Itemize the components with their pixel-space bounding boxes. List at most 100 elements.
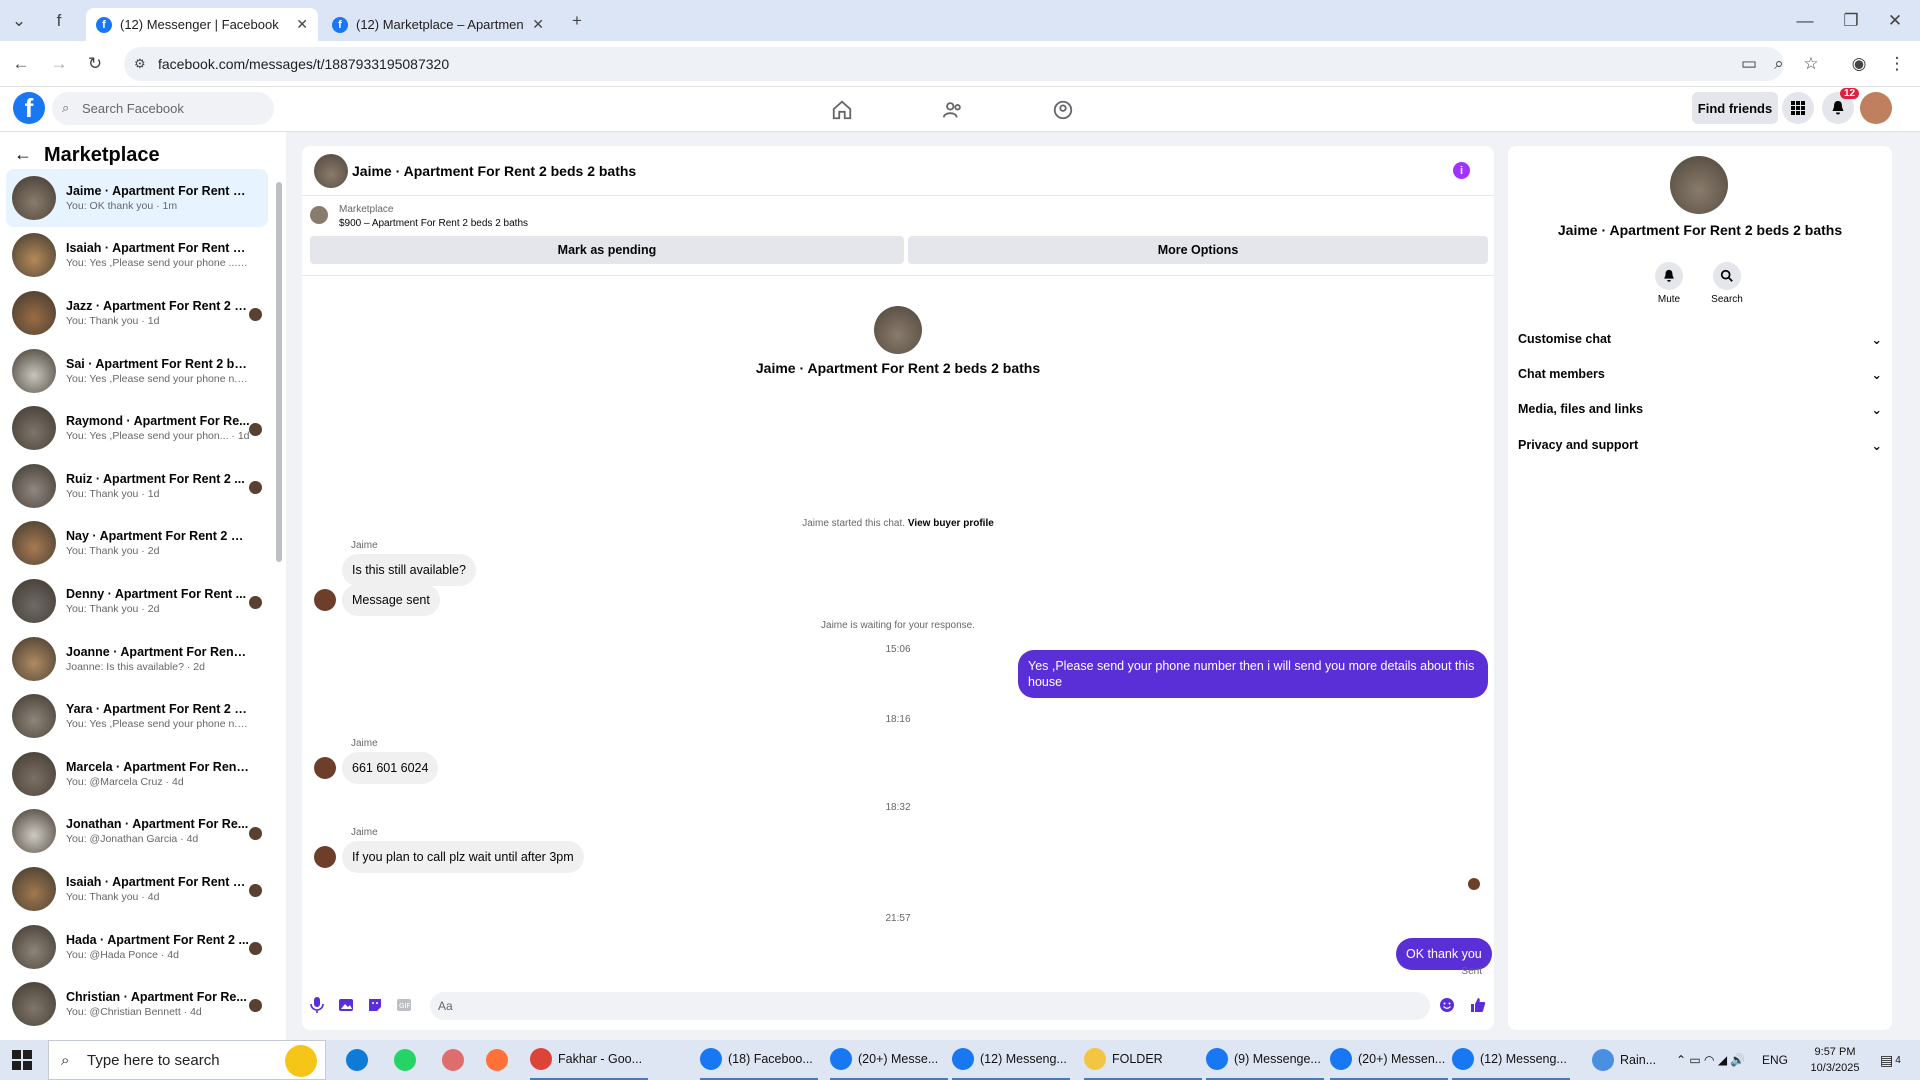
menu-grid-icon[interactable] xyxy=(1782,92,1814,124)
read-receipt-avatar xyxy=(249,884,262,898)
tab-marketplace[interactable]: f (12) Marketplace – Apartment F ✕ xyxy=(322,8,554,41)
taskbar-app-button[interactable]: (20+) Messen... xyxy=(1330,1040,1448,1080)
back-icon[interactable]: ← xyxy=(8,51,34,77)
media-files-links-row[interactable]: Media, files and links ⌄ xyxy=(1518,394,1886,424)
edge-icon[interactable] xyxy=(346,1040,374,1080)
tab-search-icon[interactable]: ⌄ xyxy=(6,8,32,34)
listing-price-title[interactable]: $900 – Apartment For Rent 2 beds 2 baths xyxy=(339,218,528,229)
taskbar-app-button[interactable]: (20+) Messe... xyxy=(830,1040,948,1080)
chat-profile-avatar[interactable] xyxy=(874,306,922,354)
chat-members-row[interactable]: Chat members ⌄ xyxy=(1518,359,1886,389)
photo-icon[interactable] xyxy=(337,996,355,1014)
firefox-icon[interactable] xyxy=(486,1040,514,1080)
listing-thumbnail[interactable] xyxy=(310,206,328,224)
menu-kebab-icon[interactable]: ⋮ xyxy=(1884,51,1910,77)
microphone-icon[interactable] xyxy=(308,996,326,1014)
sticker-icon[interactable] xyxy=(366,996,384,1014)
chat-title[interactable]: Jaime · Apartment For Rent 2 beds 2 bath… xyxy=(352,163,636,179)
account-avatar[interactable] xyxy=(1860,92,1892,124)
incoming-message[interactable]: Message sent xyxy=(342,584,440,616)
site-info-icon[interactable]: ⚙ xyxy=(134,56,146,72)
more-options-button[interactable]: More Options xyxy=(908,236,1488,264)
privacy-support-row[interactable]: Privacy and support ⌄ xyxy=(1518,430,1886,460)
incoming-message[interactable]: 661 601 6024 xyxy=(342,752,439,784)
conversation-item[interactable]: Isaiah · Apartment For Rent 2... You: Tha… xyxy=(6,860,268,918)
conversation-item[interactable]: Sai · Apartment For Rent 2 beds... You: Y… xyxy=(6,342,268,400)
taskbar-app-button[interactable]: Fakhar - Goo... xyxy=(530,1040,648,1080)
search-in-chat-button[interactable]: Search xyxy=(1702,262,1752,305)
message-input[interactable]: Aa xyxy=(430,992,1430,1020)
conversation-item[interactable]: Joanne · Apartment For Rent 2 ... Joanne:… xyxy=(6,630,268,688)
new-tab-button[interactable]: + xyxy=(564,8,590,34)
close-window-button[interactable]: ✕ xyxy=(1882,8,1908,34)
taskbar-app-button[interactable]: (18) Faceboo... xyxy=(700,1040,818,1080)
close-tab-icon[interactable]: ✕ xyxy=(296,16,308,33)
taskbar-search-input[interactable]: ⌕ Type here to search xyxy=(48,1040,326,1080)
gif-icon[interactable]: GIF xyxy=(395,996,413,1014)
info-icon[interactable]: i xyxy=(1453,162,1470,179)
tab-messenger[interactable]: f (12) Messenger | Facebook ✕ xyxy=(86,8,318,41)
find-friends-button[interactable]: Find friends xyxy=(1692,92,1778,124)
conversation-item[interactable]: Hada · Apartment For Rent 2 ... You: @Had… xyxy=(6,918,268,976)
reload-icon[interactable]: ↻ xyxy=(82,51,108,77)
conversation-item[interactable]: Christian · Apartment For Re... You: @Chr… xyxy=(6,975,268,1033)
conversation-item[interactable]: Isaiah · Apartment For Rent 2 b... You: Y… xyxy=(6,227,268,285)
windows-start-icon[interactable] xyxy=(12,1050,32,1070)
notifications-bell-icon[interactable]: 12 xyxy=(1822,88,1860,124)
conversation-item[interactable]: Denny · Apartment For Rent ... You: Thank… xyxy=(6,572,268,630)
conversation-item[interactable]: Raymond · Apartment For Re... You: Yes ,P… xyxy=(6,399,268,457)
pinned-facebook-tab[interactable]: f xyxy=(46,8,72,34)
mark-as-pending-button[interactable]: Mark as pending xyxy=(310,236,904,264)
outgoing-message[interactable]: Yes ,Please send your phone number then … xyxy=(1018,650,1488,698)
system-tray-icons[interactable]: ⌃ ▭ ◠ ◢ 🔊 xyxy=(1676,1040,1745,1080)
conversation-item[interactable]: Marcela · Apartment For Rent 2... You: @M… xyxy=(6,745,268,803)
sender-avatar[interactable] xyxy=(314,846,336,868)
friends-icon[interactable] xyxy=(938,95,968,125)
chat-window: Jaime · Apartment For Rent 2 beds 2 bath… xyxy=(302,146,1494,1030)
emoji-icon[interactable] xyxy=(1438,996,1456,1014)
back-arrow-icon[interactable]: ← xyxy=(14,144,32,165)
conversation-item[interactable]: Ruiz · Apartment For Rent 2 ... You: Than… xyxy=(6,457,268,515)
customise-chat-row[interactable]: Customise chat ⌄ xyxy=(1518,324,1886,354)
taskbar-clock[interactable]: 9:57 PM 10/3/2025 xyxy=(1790,1044,1880,1076)
conversation-item[interactable]: Jonathan · Apartment For Re... You: @Jona… xyxy=(6,803,268,861)
mute-button[interactable]: Mute xyxy=(1644,262,1694,305)
read-receipt-avatar xyxy=(249,826,262,840)
restore-button[interactable]: ❐ xyxy=(1838,8,1864,34)
address-bar[interactable]: ⚙ facebook.com/messages/t/18879331950873… xyxy=(124,47,1784,81)
facebook-search-input[interactable]: ⌕ Search Facebook xyxy=(52,92,274,125)
zoom-icon[interactable]: ⌕ xyxy=(1766,51,1792,77)
like-thumbs-up-icon[interactable] xyxy=(1469,996,1487,1014)
conversation-preview: You: Yes ,Please send your phone n... · … xyxy=(66,372,250,385)
notification-center-icon[interactable]: ▤ 4 xyxy=(1880,1040,1901,1080)
facebook-logo-icon[interactable]: f xyxy=(13,92,45,124)
taskbar-app-button[interactable]: (12) Messeng... xyxy=(952,1040,1070,1080)
conversation-item[interactable]: Jazz · Apartment For Rent 2 b... You: Tha… xyxy=(6,284,268,342)
taskbar-app-button[interactable]: FOLDER xyxy=(1084,1040,1202,1080)
language-indicator[interactable]: ENG xyxy=(1762,1040,1788,1080)
listing-avatar[interactable] xyxy=(314,154,348,188)
minimize-button[interactable]: — xyxy=(1792,8,1818,34)
close-tab-icon[interactable]: ✕ xyxy=(532,16,544,33)
groups-icon[interactable] xyxy=(1048,95,1078,125)
install-app-icon[interactable]: ▭ xyxy=(1736,51,1762,77)
app-icon[interactable] xyxy=(442,1040,470,1080)
conversation-scrollbar[interactable] xyxy=(275,172,283,1000)
home-icon[interactable] xyxy=(827,95,857,125)
conversation-item[interactable]: Nay · Apartment For Rent 2 bed... You: Th… xyxy=(6,515,268,573)
conversation-item[interactable]: Yara · Apartment For Rent 2 be... You: Ye… xyxy=(6,687,268,745)
profile-icon[interactable]: ◉ xyxy=(1846,51,1872,77)
view-buyer-profile-link[interactable]: View buyer profile xyxy=(908,518,994,529)
sender-avatar[interactable] xyxy=(314,757,336,779)
taskbar-app-button[interactable]: (9) Messenge... xyxy=(1206,1040,1324,1080)
chat-info-avatar[interactable] xyxy=(1670,156,1728,214)
whatsapp-icon[interactable] xyxy=(394,1040,422,1080)
bookmark-star-icon[interactable]: ☆ xyxy=(1798,51,1824,77)
incoming-message[interactable]: Is this still available? xyxy=(342,554,476,586)
forward-icon[interactable]: → xyxy=(46,51,72,77)
weather-widget[interactable]: Rain... xyxy=(1592,1040,1656,1080)
sender-avatar[interactable] xyxy=(314,589,336,611)
taskbar-app-button[interactable]: (12) Messeng... xyxy=(1452,1040,1570,1080)
conversation-item[interactable]: Jaime · Apartment For Rent 2 b... You: OK… xyxy=(6,169,268,227)
incoming-message[interactable]: If you plan to call plz wait until after… xyxy=(342,841,584,873)
